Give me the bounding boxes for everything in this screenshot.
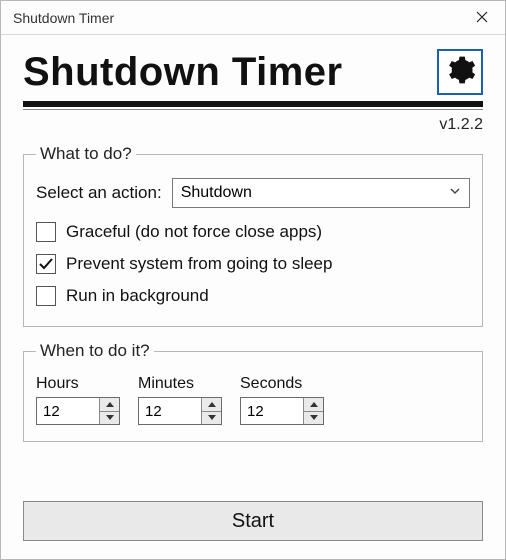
minutes-spinner[interactable]: 12 (138, 397, 222, 425)
close-button[interactable] (459, 1, 505, 35)
minutes-label: Minutes (138, 375, 222, 393)
checkbox-graceful-label: Graceful (do not force close apps) (66, 222, 322, 242)
hours-label: Hours (36, 375, 120, 393)
minutes-down-button[interactable] (202, 412, 221, 425)
header-row: Shutdown Timer (23, 49, 483, 95)
titlebar: Shutdown Timer (1, 1, 505, 35)
minutes-up-button[interactable] (202, 398, 221, 412)
hours-spinner[interactable]: 12 (36, 397, 120, 425)
close-icon (476, 10, 488, 26)
seconds-label: Seconds (240, 375, 324, 393)
hours-value[interactable]: 12 (37, 398, 99, 424)
minutes-value[interactable]: 12 (139, 398, 201, 424)
checkbox-background-label: Run in background (66, 286, 209, 306)
checkbox-graceful[interactable] (36, 222, 56, 242)
version-label: v1.2.2 (23, 116, 483, 134)
checkbox-prevent-sleep-row[interactable]: Prevent system from going to sleep (36, 254, 470, 274)
seconds-arrows (303, 398, 323, 424)
checkbox-background-row[interactable]: Run in background (36, 286, 470, 306)
checkbox-prevent-sleep-label: Prevent system from going to sleep (66, 254, 332, 274)
group-what-legend: What to do? (36, 144, 136, 164)
hours-down-button[interactable] (100, 412, 119, 425)
group-when: When to do it? Hours 12 Minutes (23, 341, 483, 442)
minutes-column: Minutes 12 (138, 375, 222, 425)
settings-button[interactable] (437, 49, 483, 95)
seconds-value[interactable]: 12 (241, 398, 303, 424)
start-button-label: Start (232, 510, 274, 533)
gear-icon (444, 54, 476, 91)
seconds-column: Seconds 12 (240, 375, 324, 425)
chevron-down-icon (449, 184, 461, 202)
hours-up-button[interactable] (100, 398, 119, 412)
seconds-spinner[interactable]: 12 (240, 397, 324, 425)
header-rule (23, 101, 483, 107)
app-title: Shutdown Timer (23, 50, 429, 94)
action-select[interactable]: Shutdown (172, 178, 470, 208)
start-button[interactable]: Start (23, 501, 483, 541)
content-area: Shutdown Timer v1.2.2 What to do? Select… (1, 35, 505, 559)
action-row: Select an action: Shutdown (36, 178, 470, 208)
time-row: Hours 12 Minutes 12 (36, 375, 470, 425)
checkbox-prevent-sleep[interactable] (36, 254, 56, 274)
window-title: Shutdown Timer (13, 10, 459, 26)
minutes-arrows (201, 398, 221, 424)
group-when-legend: When to do it? (36, 341, 154, 361)
checkbox-graceful-row[interactable]: Graceful (do not force close apps) (36, 222, 470, 242)
checkbox-background[interactable] (36, 286, 56, 306)
action-select-value: Shutdown (181, 184, 252, 202)
group-what-to-do: What to do? Select an action: Shutdown G… (23, 144, 483, 327)
header-rule-thin (23, 109, 483, 110)
seconds-up-button[interactable] (304, 398, 323, 412)
app-window: Shutdown Timer Shutdown Timer v1.2.2 Wha… (0, 0, 506, 560)
hours-column: Hours 12 (36, 375, 120, 425)
seconds-down-button[interactable] (304, 412, 323, 425)
hours-arrows (99, 398, 119, 424)
action-select-label: Select an action: (36, 183, 162, 203)
